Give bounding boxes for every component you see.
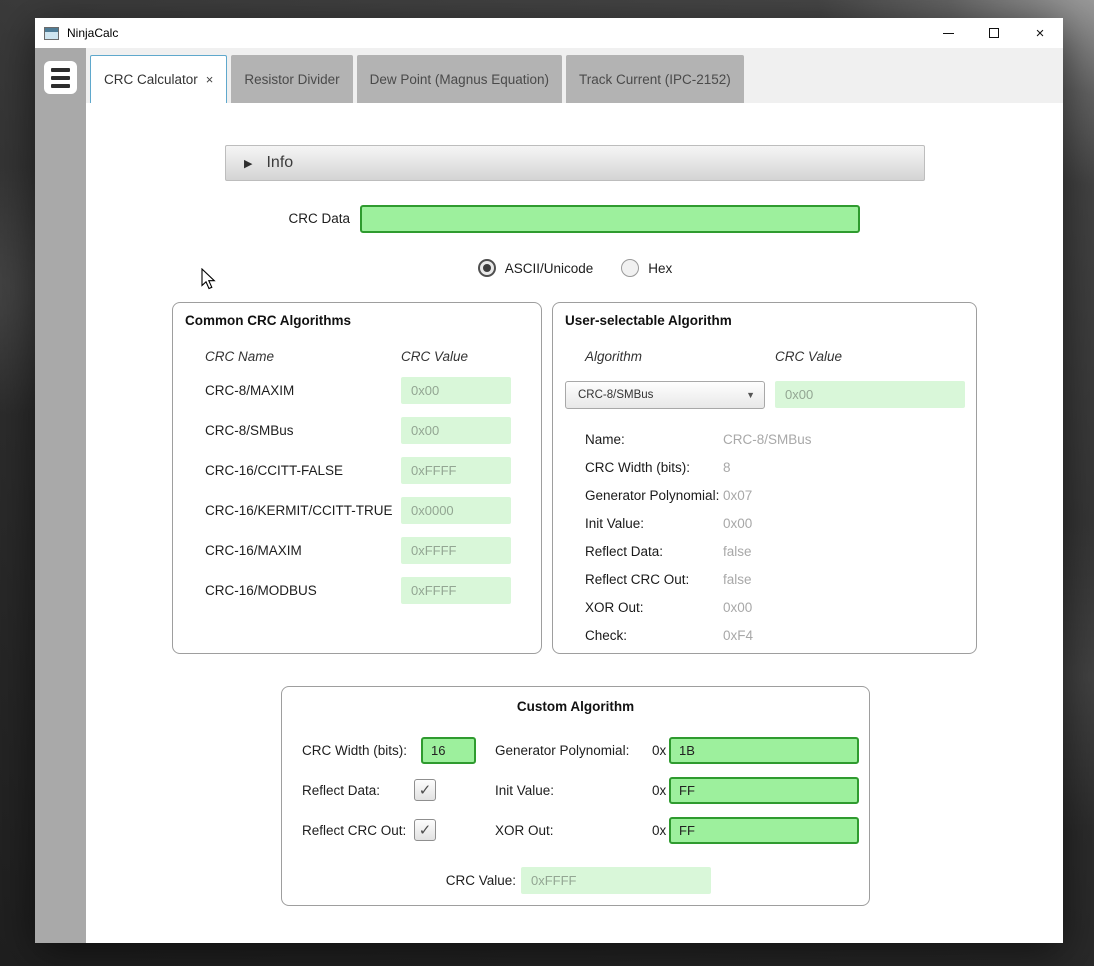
close-icon: ×	[1036, 26, 1045, 41]
user-crc-value-field: 0x00	[775, 381, 965, 408]
user-selectable-algorithm-panel: User-selectable Algorithm Algorithm CRC …	[552, 302, 977, 654]
common-crc-algorithms-panel: Common CRC Algorithms CRC Name CRC Value…	[172, 302, 542, 654]
radio-ascii-unicode[interactable]: ASCII/Unicode	[478, 259, 594, 277]
panel-title: User-selectable Algorithm	[565, 313, 976, 328]
reflect-data-label: Reflect Data:	[302, 777, 380, 804]
dropdown-value: CRC-8/SMBus	[578, 389, 653, 401]
window-controls: ×	[925, 18, 1063, 48]
app-window: NinjaCalc × CRC Calculator ×	[35, 18, 1063, 943]
crc-data-input[interactable]	[360, 205, 860, 233]
property-row: Init Value: 0x00	[585, 509, 964, 537]
desktop-background: NinjaCalc × CRC Calculator ×	[0, 0, 1094, 966]
tab-close-icon[interactable]: ×	[206, 72, 214, 87]
menu-button[interactable]	[44, 61, 77, 94]
radio-label: ASCII/Unicode	[505, 261, 594, 276]
window-title: NinjaCalc	[67, 26, 118, 40]
maximize-icon	[989, 28, 999, 38]
property-row: Reflect CRC Out: false	[585, 565, 964, 593]
info-expander[interactable]: ▶ Info	[225, 145, 925, 181]
reflect-crc-out-label: Reflect CRC Out:	[302, 817, 406, 844]
close-button[interactable]: ×	[1017, 18, 1063, 48]
crc-calculator-content: ▶ Info CRC Data ASCII/Unicode Hex	[86, 103, 1063, 943]
hex-prefix: 0x	[652, 817, 666, 844]
algorithm-dropdown[interactable]: CRC-8/SMBus ▼	[565, 381, 765, 409]
xor-out-label: XOR Out:	[495, 817, 554, 844]
property-row: Check: 0xF4	[585, 621, 964, 649]
property-row: CRC Width (bits): 8	[585, 453, 964, 481]
radio-unselected-icon	[621, 259, 639, 277]
panel-title: Custom Algorithm	[282, 699, 869, 714]
init-value-input[interactable]	[669, 777, 859, 804]
table-header: Algorithm CRC Value	[585, 342, 976, 370]
chevron-down-icon: ▼	[746, 390, 755, 400]
check-icon: ✓	[419, 821, 432, 839]
radio-label: Hex	[648, 261, 672, 276]
common-crc-table: CRC Name CRC Value CRC-8/MAXIM 0x00 CRC-…	[205, 342, 509, 610]
tab-label: CRC Calculator	[104, 72, 198, 87]
expander-arrow-icon: ▶	[244, 157, 252, 170]
hex-prefix: 0x	[652, 777, 666, 804]
radio-hex[interactable]: Hex	[621, 259, 672, 277]
property-row: Name: CRC-8/SMBus	[585, 425, 964, 453]
table-row: CRC-16/KERMIT/CCITT-TRUE 0x0000	[205, 490, 509, 530]
data-format-radio-group: ASCII/Unicode Hex	[225, 253, 925, 283]
table-row: CRC-8/MAXIM 0x00	[205, 370, 509, 410]
hamburger-icon	[51, 68, 70, 72]
crc-width-label: CRC Width (bits):	[302, 737, 407, 764]
crc-value-label: CRC Value:	[402, 867, 516, 894]
minimize-icon	[943, 33, 954, 34]
crc-value-field: 0x0000	[401, 497, 511, 524]
table-row: CRC-16/CCITT-FALSE 0xFFFF	[205, 450, 509, 490]
table-row: CRC-16/MODBUS 0xFFFF	[205, 570, 509, 610]
generator-polynomial-input[interactable]	[669, 737, 859, 764]
check-icon: ✓	[419, 781, 432, 799]
xor-out-input[interactable]	[669, 817, 859, 844]
app-icon	[44, 27, 59, 40]
algorithm-select-row: CRC-8/SMBus ▼	[565, 381, 765, 409]
init-value-label: Init Value:	[495, 777, 554, 804]
property-row: Reflect Data: false	[585, 537, 964, 565]
crc-value-field: 0x00	[401, 417, 511, 444]
custom-crc-value-field: 0xFFFF	[521, 867, 711, 894]
reflect-crc-out-checkbox[interactable]: ✓	[414, 819, 436, 841]
tab-track-current[interactable]: Track Current (IPC-2152)	[566, 55, 744, 103]
tab-resistor-divider[interactable]: Resistor Divider	[231, 55, 352, 103]
crc-value-field: 0xFFFF	[401, 577, 511, 604]
main-area: CRC Calculator × Resistor Divider Dew Po…	[86, 48, 1063, 943]
panel-title: Common CRC Algorithms	[185, 313, 541, 328]
minimize-button[interactable]	[925, 18, 971, 48]
crc-data-label: CRC Data	[225, 205, 350, 233]
maximize-button[interactable]	[971, 18, 1017, 48]
property-row: Generator Polynomial: 0x07	[585, 481, 964, 509]
table-row: CRC-16/MAXIM 0xFFFF	[205, 530, 509, 570]
reflect-data-checkbox[interactable]: ✓	[414, 779, 436, 801]
radio-selected-icon	[478, 259, 496, 277]
custom-algorithm-panel: Custom Algorithm CRC Width (bits): Gener…	[281, 686, 870, 906]
window-body: CRC Calculator × Resistor Divider Dew Po…	[35, 48, 1063, 943]
crc-value-field: 0x00	[401, 377, 511, 404]
tab-crc-calculator[interactable]: CRC Calculator ×	[90, 55, 227, 103]
crc-width-input[interactable]	[421, 737, 476, 764]
table-header: CRC Name CRC Value	[205, 342, 509, 370]
sidebar	[35, 48, 86, 943]
table-row: CRC-8/SMBus 0x00	[205, 410, 509, 450]
algorithm-properties: Name: CRC-8/SMBus CRC Width (bits): 8 Ge…	[585, 425, 964, 649]
crc-value-field: 0xFFFF	[401, 537, 511, 564]
tab-bar: CRC Calculator × Resistor Divider Dew Po…	[86, 48, 1063, 103]
crc-value-field: 0xFFFF	[401, 457, 511, 484]
generator-polynomial-label: Generator Polynomial:	[495, 737, 629, 764]
hex-prefix: 0x	[652, 737, 666, 764]
title-bar: NinjaCalc ×	[35, 18, 1063, 48]
mouse-cursor	[200, 268, 220, 290]
property-row: XOR Out: 0x00	[585, 593, 964, 621]
info-label: Info	[266, 154, 293, 172]
tab-dew-point[interactable]: Dew Point (Magnus Equation)	[357, 55, 562, 103]
